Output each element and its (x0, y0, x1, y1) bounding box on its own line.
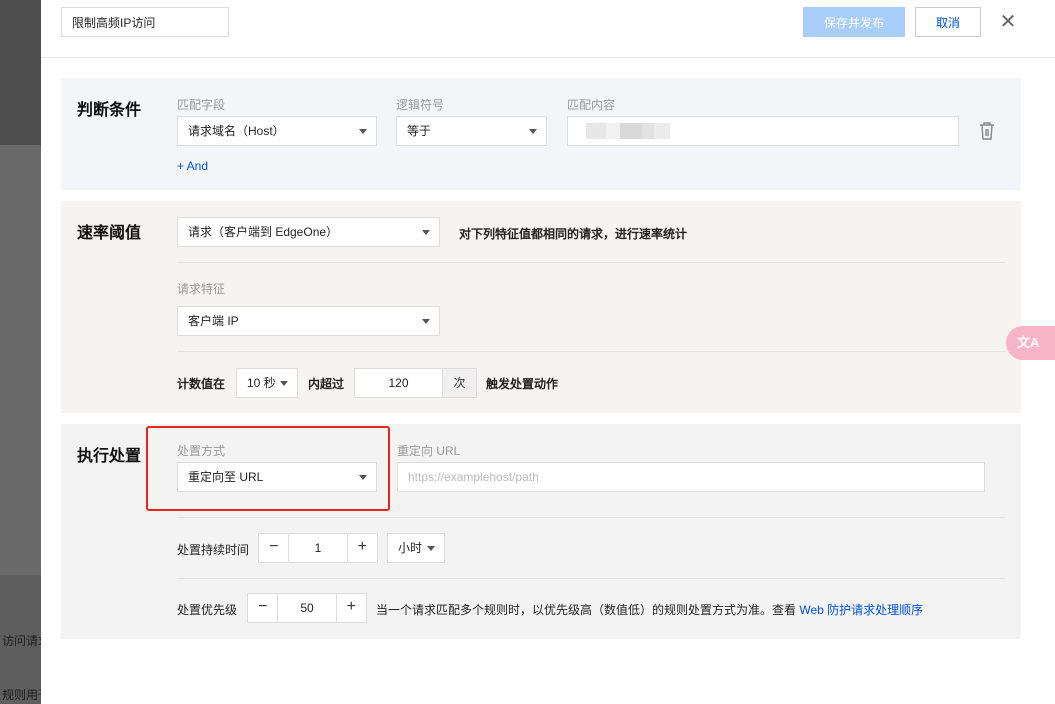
add-and-condition-link[interactable]: + And (177, 159, 208, 173)
operator-select[interactable]: 等于 (396, 116, 547, 146)
match-content-label: 匹配内容 (567, 98, 616, 112)
request-scope-select[interactable]: 请求（客户端到 EdgeOne） (177, 217, 440, 247)
duration-value[interactable]: 1 (288, 534, 348, 562)
priority-label: 处置优先级 (177, 603, 238, 617)
chevron-down-icon (529, 129, 537, 134)
request-scope-value: 请求（客户端到 EdgeOne） (188, 225, 339, 239)
priority-hint: 当一个请求匹配多个规则时，以优先级高（数值低）的规则处置方式为准。查看 Web … (376, 601, 923, 618)
priority-increment-button[interactable]: + (337, 594, 366, 622)
match-field-label: 匹配字段 (177, 98, 226, 112)
chevron-down-icon (422, 230, 430, 235)
duration-unit-value: 小时 (398, 541, 423, 555)
redacted-content (586, 123, 606, 139)
redacted-content (620, 123, 642, 139)
save-and-publish-button[interactable]: 保存并发布 (803, 7, 905, 37)
count-unit-label: 次 (443, 368, 477, 398)
request-feature-value: 客户端 IP (188, 314, 239, 328)
cancel-button[interactable]: 取消 (915, 7, 981, 37)
divider (177, 351, 1005, 352)
divider (177, 262, 1005, 263)
priority-value[interactable]: 50 (277, 594, 337, 622)
count-prefix-label: 计数值在 (177, 377, 226, 391)
redacted-content (606, 123, 620, 139)
action-title: 执行处置 (77, 448, 142, 465)
duration-decrement-button[interactable]: − (259, 534, 288, 562)
close-icon[interactable]: ✕ (998, 9, 1018, 35)
match-field-value: 请求域名（Host） (188, 124, 285, 138)
redirect-url-input[interactable]: https://examplehost/path (397, 462, 985, 492)
redacted-content (642, 123, 654, 139)
chevron-down-icon (280, 381, 288, 386)
rate-threshold-section: 速率阈值 请求（客户端到 EdgeOne） 对下列特征值都相同的请求，进行速率统… (61, 201, 1021, 413)
background-text-2: 规则用于 (2, 688, 41, 702)
divider (177, 517, 1005, 518)
time-window-value: 10 秒 (247, 376, 276, 390)
request-feature-select[interactable]: 客户端 IP (177, 306, 440, 336)
drawer-header: 保存并发布 取消 ✕ (41, 0, 1055, 58)
rate-scope-hint: 对下列特征值都相同的请求，进行速率统计 (459, 227, 688, 241)
match-field-select[interactable]: 请求域名（Host） (177, 116, 377, 146)
processing-order-link[interactable]: Web 防护请求处理顺序 (799, 603, 923, 617)
background-top (0, 0, 41, 145)
translate-icon[interactable]: 文A (1006, 326, 1055, 360)
operator-value: 等于 (407, 124, 432, 138)
trash-icon[interactable] (979, 122, 995, 140)
duration-unit-select[interactable]: 小时 (387, 533, 445, 563)
request-count-input[interactable]: 120 (354, 368, 443, 398)
redacted-content (654, 123, 670, 139)
background-page: 访问请求 规则用于 (0, 0, 41, 704)
duration-increment-button[interactable]: + (348, 534, 377, 562)
priority-hint-text: 当一个请求匹配多个规则时，以优先级高（数值低）的规则处置方式为准。查看 (376, 603, 797, 617)
chevron-down-icon (422, 319, 430, 324)
redirect-url-label: 重定向 URL (397, 444, 461, 458)
within-label: 内超过 (308, 377, 345, 391)
trigger-action-label: 触发处置动作 (486, 377, 559, 391)
highlight-annotation-box (146, 426, 390, 511)
background-text-1: 访问请求 (2, 634, 41, 648)
condition-section: 判断条件 匹配字段 请求域名（Host） 逻辑符号 等于 匹配内容 + And (61, 78, 1021, 190)
priority-stepper: − 50 + (247, 593, 367, 623)
priority-decrement-button[interactable]: − (248, 594, 277, 622)
duration-label: 处置持续时间 (177, 543, 250, 557)
match-content-input[interactable] (567, 116, 959, 146)
background-middle (0, 145, 41, 575)
rule-editor-drawer: 保存并发布 取消 ✕ 判断条件 匹配字段 请求域名（Host） 逻辑符号 等于 … (41, 0, 1055, 704)
duration-stepper: − 1 + (258, 533, 378, 563)
rule-name-input[interactable] (61, 7, 229, 37)
operator-label: 逻辑符号 (396, 98, 445, 112)
time-window-select[interactable]: 10 秒 (236, 368, 298, 398)
divider (177, 578, 1005, 579)
rate-threshold-title: 速率阈值 (77, 225, 142, 242)
chevron-down-icon (427, 546, 435, 551)
request-feature-label: 请求特征 (177, 282, 226, 296)
condition-title: 判断条件 (77, 102, 142, 119)
chevron-down-icon (359, 129, 367, 134)
